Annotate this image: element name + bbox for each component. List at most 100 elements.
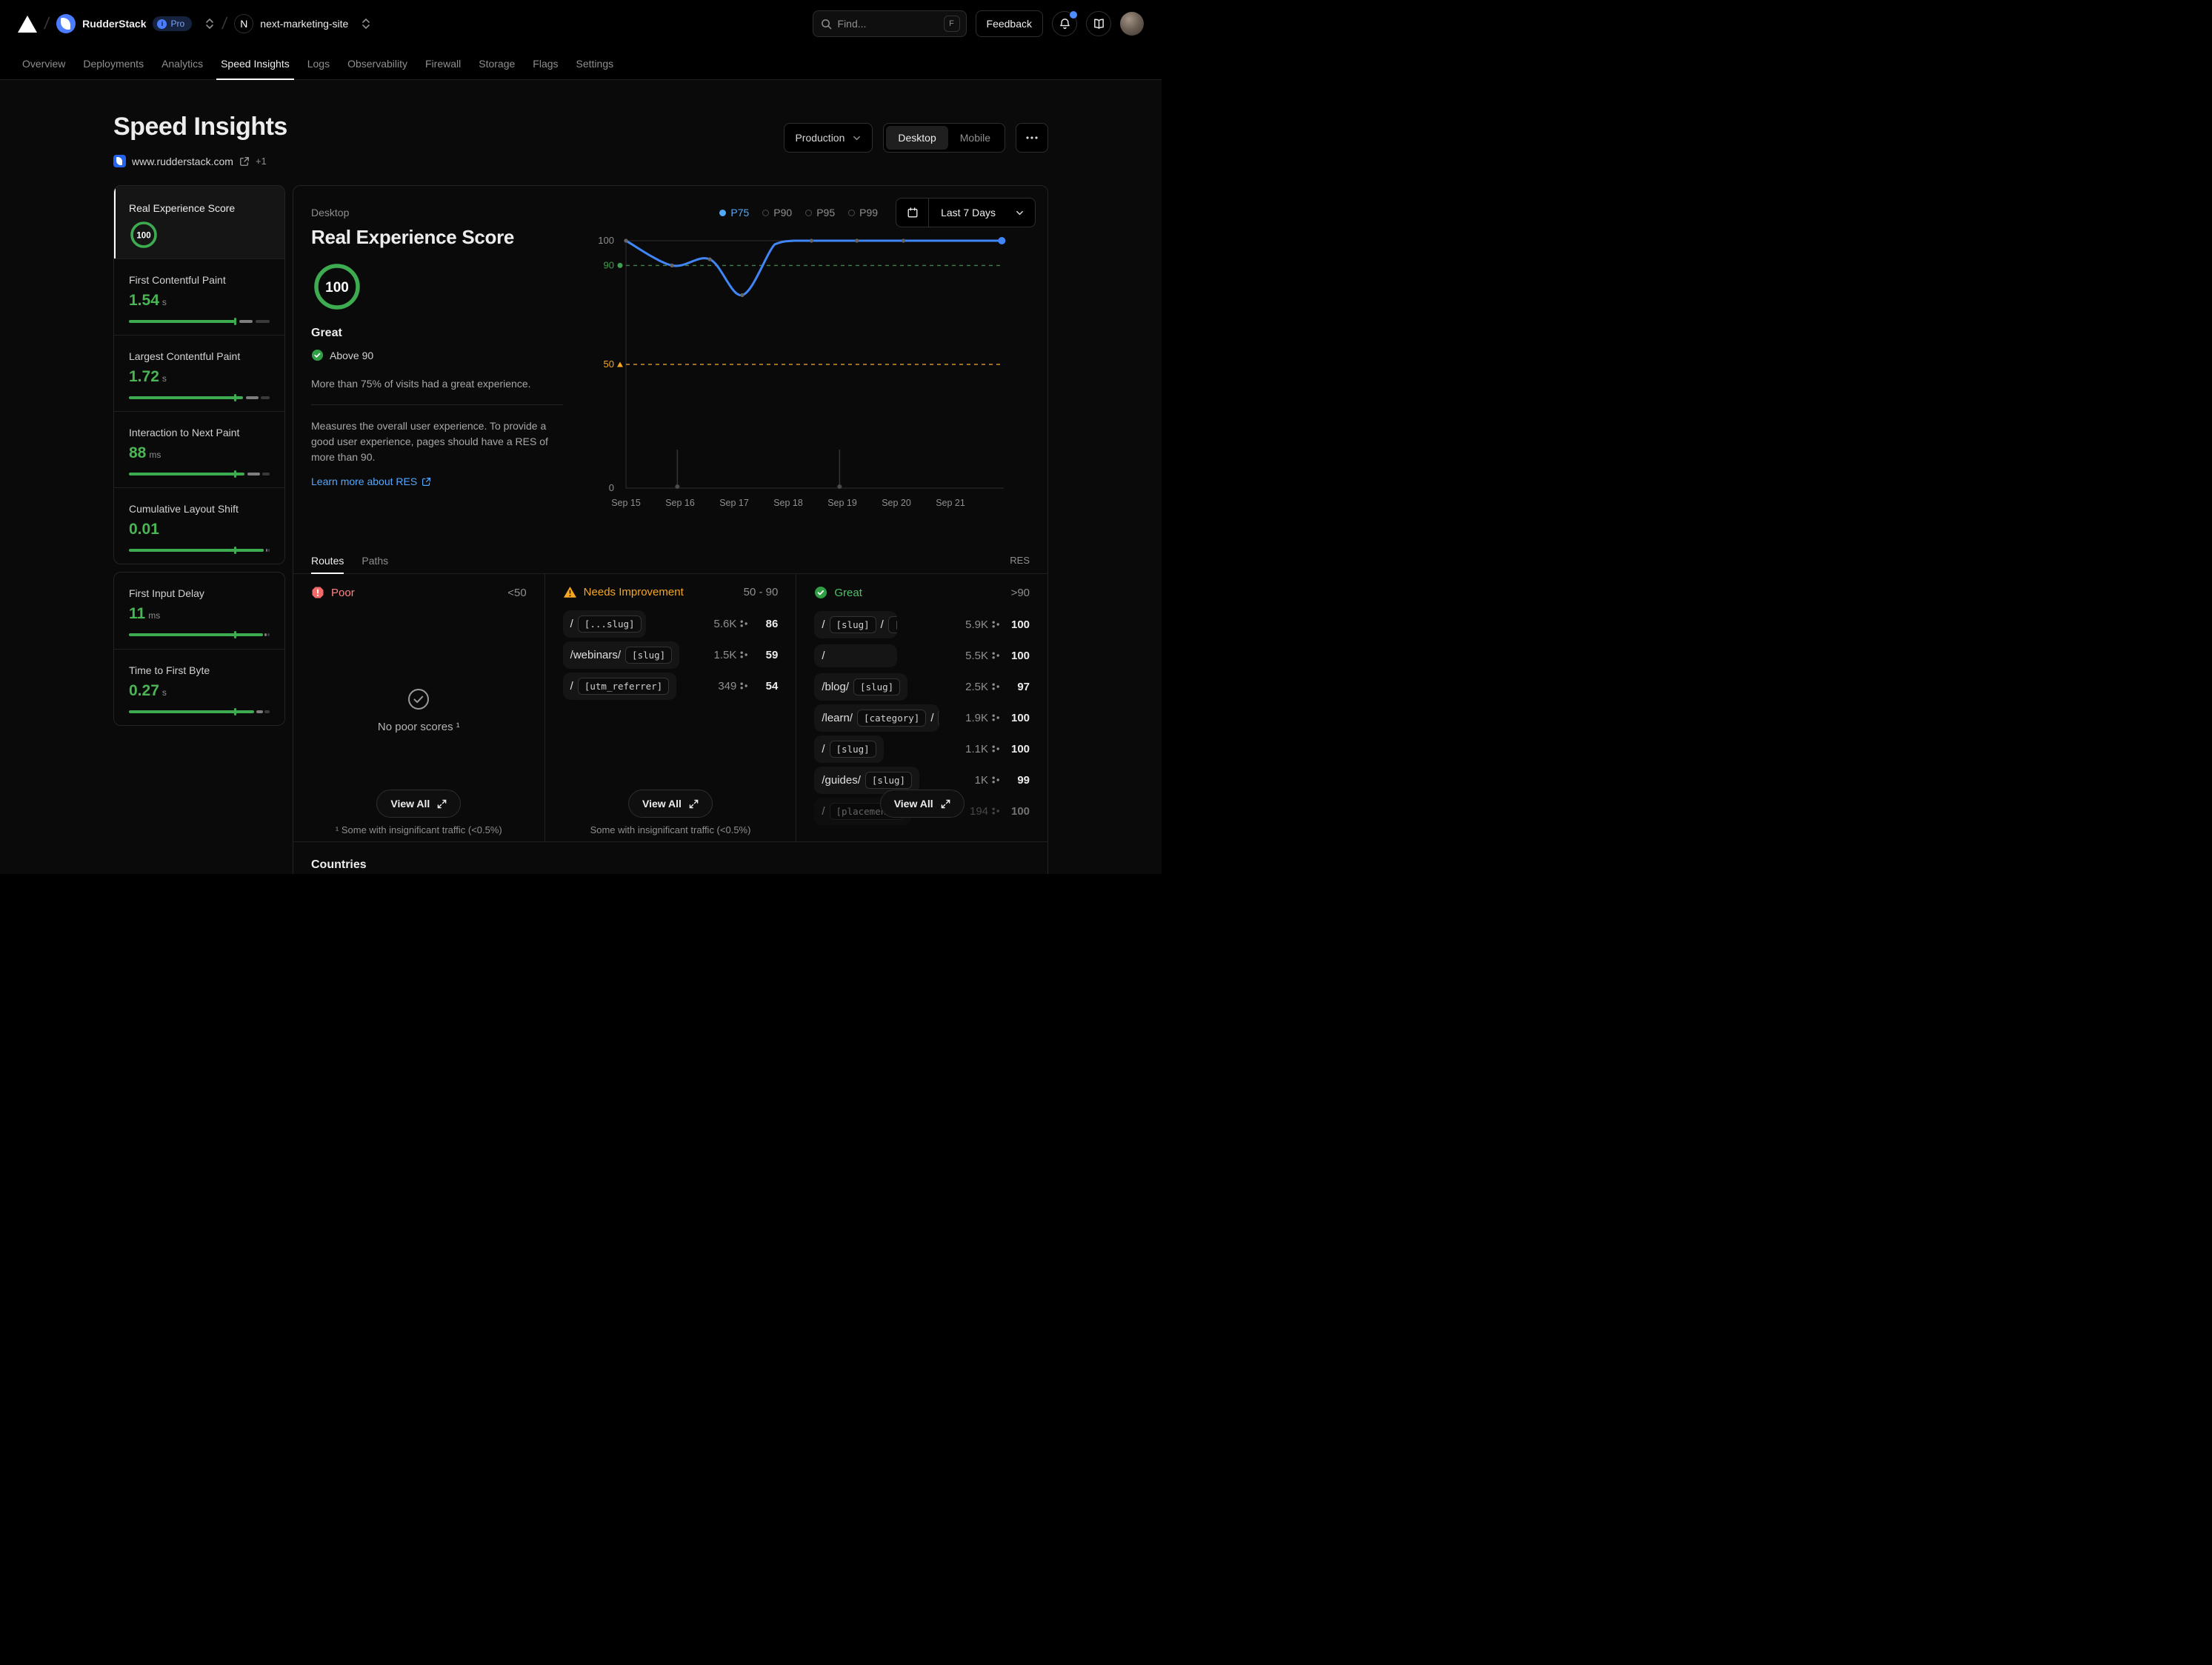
project-switcher[interactable]: N next-marketing-site — [234, 14, 371, 33]
visitors-dots-icon — [740, 620, 748, 627]
project-select-chevrons-icon[interactable] — [361, 18, 371, 30]
visitors-count: 349 — [718, 680, 748, 693]
column-name: Needs Improvement — [584, 586, 684, 598]
route-text: / — [881, 618, 884, 631]
route-row[interactable]: /[slug]1.1K100 — [814, 734, 1030, 764]
nav-tab-speed-insights[interactable]: Speed Insights — [212, 47, 299, 79]
column-range: 50 - 90 — [744, 586, 779, 598]
nav-tab-deployments[interactable]: Deployments — [74, 47, 153, 79]
percentile-p99[interactable]: P99 — [848, 207, 878, 218]
calendar-icon — [907, 207, 919, 218]
search-input[interactable]: Find... F — [813, 10, 967, 37]
device-mobile-segment[interactable]: Mobile — [948, 126, 1002, 150]
meter-dark-segment — [267, 633, 270, 636]
team-switcher[interactable]: RudderStack i Pro — [56, 14, 215, 33]
nav-tab-analytics[interactable]: Analytics — [153, 47, 212, 79]
nav-tab-overview[interactable]: Overview — [13, 47, 74, 79]
sidebar-item-cumulative-layout-shift[interactable]: Cumulative Layout Shift0.01 — [114, 487, 284, 564]
speed-insights-page: / RudderStack i Pro / N next-marketing-s… — [0, 0, 1162, 874]
svg-text:Sep 21: Sep 21 — [936, 498, 965, 508]
view-all-button[interactable]: View All — [628, 790, 713, 818]
route-row[interactable]: /5.5K100 — [814, 641, 1030, 670]
percentile-p75[interactable]: P75 — [719, 207, 749, 218]
expand-icon — [689, 799, 699, 809]
metric-meter — [129, 320, 270, 323]
description-text: Measures the overall user experience. To… — [311, 418, 567, 465]
metric-unit: ms — [149, 450, 161, 460]
domain-row: www.rudderstack.com +1 — [113, 155, 287, 167]
route-row[interactable]: /learn/[category]/[s…1.9K100 — [814, 703, 1030, 733]
visitors-count: 1K — [975, 774, 1000, 787]
meter-marker — [234, 547, 236, 554]
route-row[interactable]: /webinars/[slug]1.5K59 — [563, 640, 779, 670]
extra-domains-count[interactable]: +1 — [256, 156, 267, 167]
view-all-button[interactable]: View All — [376, 790, 461, 818]
site-favicon — [113, 155, 126, 167]
criteria-row: Above 90 — [311, 349, 604, 361]
external-link-icon[interactable] — [239, 156, 250, 167]
meter-dark-segment — [264, 710, 270, 713]
route-row[interactable]: /[slug]/[comboSlug]5.9K100 — [814, 610, 1030, 639]
metric-meter — [129, 633, 270, 636]
percentile-p90[interactable]: P90 — [762, 207, 792, 218]
sidebar-item-first-input-delay[interactable]: First Input Delay11ms — [114, 573, 284, 649]
view-all-button[interactable]: View All — [880, 790, 965, 818]
route-row[interactable]: /[...slug]5.6K86 — [563, 609, 779, 638]
sidebar-item-largest-contentful-paint[interactable]: Largest Contentful Paint1.72s — [114, 335, 284, 411]
meter-marker — [234, 708, 236, 715]
visitors-count: 1.1K — [965, 743, 1000, 755]
route-row[interactable]: /[utm_referrer]34954 — [563, 671, 779, 701]
svg-text:Sep 17: Sep 17 — [719, 498, 749, 508]
plan-badge-label: Pro — [170, 19, 184, 29]
environment-select[interactable]: Production — [784, 123, 873, 153]
metrics-group-secondary: First Input Delay11msTime to First Byte0… — [113, 572, 285, 726]
column-name: Great — [834, 587, 862, 599]
percentile-p95[interactable]: P95 — [805, 207, 835, 218]
nav-tab-settings[interactable]: Settings — [567, 47, 623, 79]
expand-icon — [437, 799, 447, 809]
route-cell: / — [814, 644, 897, 667]
column-footnote: ¹ Some with insignificant traffic (<0.5%… — [293, 824, 544, 835]
metric-meter — [129, 396, 270, 399]
user-avatar[interactable] — [1120, 12, 1144, 36]
learn-more-link[interactable]: Learn more about RES — [311, 476, 604, 487]
svg-text:Sep 19: Sep 19 — [827, 498, 857, 508]
chevron-down-icon — [852, 133, 862, 143]
route-cell: /blog/[slug] — [814, 673, 907, 701]
sidebar-item-first-contentful-paint[interactable]: First Contentful Paint1.54s — [114, 258, 284, 335]
visitors-value: 1K — [975, 774, 988, 787]
nav-tab-observability[interactable]: Observability — [339, 47, 416, 79]
svg-text:Sep 16: Sep 16 — [665, 498, 695, 508]
svg-text:50: 50 — [604, 358, 614, 370]
svg-text:Sep 20: Sep 20 — [882, 498, 911, 508]
column-header: Great >90 — [814, 586, 1030, 599]
breadcrumb-separator: / — [221, 14, 228, 33]
nav-tab-logs[interactable]: Logs — [299, 47, 339, 79]
date-range-picker[interactable]: Last 7 Days — [896, 198, 1036, 227]
notifications-button[interactable] — [1052, 11, 1077, 36]
device-desktop-segment[interactable]: Desktop — [886, 126, 947, 150]
route-row[interactable]: /blog/[slug]2.5K97 — [814, 672, 1030, 701]
route-cell: /webinars/[slug] — [563, 641, 680, 669]
route-cell: /[utm_referrer] — [563, 673, 677, 700]
sidebar-item-real-experience-score[interactable]: Real Experience Score 100 — [114, 186, 284, 258]
docs-button[interactable] — [1086, 11, 1111, 36]
tab-paths[interactable]: Paths — [362, 547, 388, 573]
nav-tab-storage[interactable]: Storage — [470, 47, 524, 79]
feedback-button[interactable]: Feedback — [976, 10, 1043, 37]
percentile-label: P75 — [730, 207, 749, 218]
nav-tab-flags[interactable]: Flags — [524, 47, 567, 79]
team-select-chevrons-icon[interactable] — [204, 18, 215, 30]
more-options-button[interactable] — [1016, 123, 1048, 153]
route-param-chip: [slug] — [830, 741, 876, 758]
route-text: / — [822, 805, 824, 818]
sidebar-item-interaction-to-next-paint[interactable]: Interaction to Next Paint88ms — [114, 411, 284, 487]
res-score: 59 — [748, 649, 778, 661]
route-text: / — [822, 743, 824, 755]
sidebar-item-time-to-first-byte[interactable]: Time to First Byte0.27s — [114, 649, 284, 725]
nav-tab-firewall[interactable]: Firewall — [416, 47, 470, 79]
vercel-logo-icon[interactable] — [18, 16, 37, 33]
tab-routes[interactable]: Routes — [311, 547, 344, 573]
route-param-chip: [s… — [938, 710, 939, 727]
calendar-button[interactable] — [896, 198, 929, 227]
